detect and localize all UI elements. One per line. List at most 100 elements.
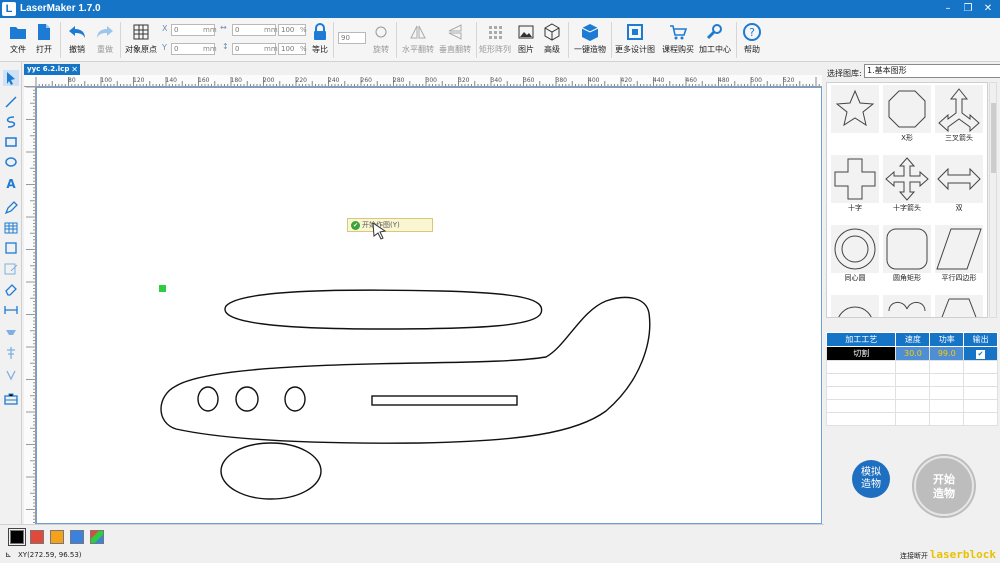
cart-icon — [670, 25, 688, 40]
edit-tool-icon[interactable] — [3, 261, 19, 277]
shape-trapezoid-partial[interactable] — [934, 295, 984, 317]
shape-three-way-arrow[interactable]: 三叉箭头 — [934, 85, 984, 151]
shape-octagon-x[interactable]: X形 — [882, 85, 932, 151]
process-table: 加工工艺 速度 功率 输出 切割 30.0 99.0 ✔ — [825, 332, 998, 426]
pen-tool-icon[interactable] — [3, 200, 19, 216]
text-tool-icon[interactable]: A — [3, 175, 19, 191]
processing-center-button[interactable]: 加工中心 — [697, 20, 733, 60]
shape-cross[interactable]: 十字 — [830, 155, 880, 221]
toolbox-icon[interactable] — [3, 391, 19, 407]
help-button[interactable]: ? 帮助 — [740, 20, 764, 60]
app-title: LaserMaker 1.7.0 — [20, 3, 101, 14]
context-menu-start-drawing[interactable]: ✔ 开始作图(Y) — [347, 218, 433, 232]
ruler-tick-label: 260 — [361, 77, 373, 84]
color-swatch-red[interactable] — [30, 530, 44, 544]
speed-cell[interactable]: 30.0 — [895, 346, 931, 361]
power-cell[interactable]: 99.0 — [929, 346, 965, 361]
align-tool-icon[interactable] — [3, 345, 19, 361]
start-button[interactable]: 开始造物 — [914, 456, 974, 516]
airplane-window — [284, 386, 306, 412]
more-designs-button[interactable]: 更多设计图 — [613, 20, 657, 60]
process-cell[interactable]: 切割 — [825, 346, 897, 361]
undo-button[interactable]: 撤销 — [64, 20, 90, 60]
svg-text:?: ? — [749, 26, 755, 39]
output-checkbox[interactable]: ✔ — [963, 346, 998, 361]
rotate-angle-field[interactable]: 90 — [338, 32, 366, 44]
image-button[interactable]: 图片 — [514, 20, 538, 60]
shape-circle-partial[interactable] — [830, 295, 880, 317]
open-button[interactable]: 打开 — [32, 20, 56, 60]
one-click-make-button[interactable]: 一键造物 — [572, 20, 608, 60]
curve-tool-icon[interactable] — [3, 114, 19, 130]
document-tab[interactable]: yyc 6.2.lcp ✕ — [24, 64, 80, 75]
folder-icon — [10, 27, 26, 39]
status-bar: ⊾ XY(272.59, 96.53) 连接断开 laserblock — [0, 548, 1000, 563]
rotate-button[interactable]: 旋转 — [370, 20, 392, 60]
ruler-tick-label: 140 — [166, 77, 178, 84]
col-power: 功率 — [929, 332, 965, 347]
shape-concentric-circle[interactable]: 同心圆 — [830, 225, 880, 291]
document-tab-close[interactable]: ✕ — [71, 64, 78, 75]
measure-tool-icon[interactable] — [3, 302, 19, 318]
shape-parallelogram[interactable]: 平行四边形 — [934, 225, 984, 291]
toolbar-divider — [333, 22, 334, 58]
height-unit: mm — [264, 45, 278, 53]
toolbar-divider — [568, 22, 569, 58]
airplane-window — [235, 386, 259, 412]
vertical-ruler-ticks — [26, 86, 36, 523]
ruler-tick-label: 280 — [393, 77, 405, 84]
rectangle-tool-icon[interactable] — [3, 134, 19, 150]
object-origin-button[interactable]: 对象原点 — [122, 20, 160, 60]
table-row[interactable]: 切割 30.0 99.0 ✔ — [825, 346, 998, 361]
proportional-lock-button[interactable]: 等比 — [310, 20, 330, 60]
toolbar-divider — [736, 22, 737, 58]
shape-cross-arrow[interactable]: 十字箭头 — [882, 155, 932, 221]
select-tool-icon[interactable] — [3, 70, 19, 86]
ellipse-tool-icon[interactable] — [3, 154, 19, 170]
color-swatch-orange[interactable] — [50, 530, 64, 544]
height-icon: ↕ — [222, 42, 229, 51]
rotate-icon — [375, 26, 387, 38]
ruler-tick-label: 440 — [653, 77, 665, 84]
wrench-icon — [706, 24, 722, 40]
line-tool-icon[interactable] — [3, 94, 19, 110]
color-swatch-black[interactable] — [8, 528, 26, 546]
undo-icon — [69, 26, 85, 38]
ruler-tick-label: 500 — [751, 77, 763, 84]
minimize-button[interactable]: – — [940, 2, 956, 16]
buy-course-button[interactable]: 课程购买 — [660, 20, 696, 60]
mouse-cursor-icon — [372, 222, 387, 240]
restore-button[interactable]: ❐ — [960, 2, 976, 16]
table-tool-icon[interactable] — [3, 220, 19, 236]
shape-double-arrow[interactable]: 双 — [934, 155, 984, 221]
redo-button[interactable]: 重做 — [92, 20, 118, 60]
toolbar-divider — [120, 22, 121, 58]
ruler-tick-label: 200 — [263, 77, 275, 84]
scrollbar-thumb[interactable] — [991, 103, 996, 173]
width-icon: ↔ — [220, 23, 227, 32]
frame-tool-icon[interactable] — [3, 240, 19, 256]
shape-heart-partial[interactable] — [882, 295, 932, 317]
simulate-button[interactable]: 模拟造物 — [852, 460, 890, 498]
drawing-canvas[interactable] — [36, 87, 822, 524]
shape-star[interactable] — [830, 85, 880, 151]
eraser-tool-icon[interactable] — [3, 281, 19, 297]
shape-rounded-rect[interactable]: 圆角矩形 — [882, 225, 932, 291]
flip-horizontal-button[interactable]: 水平翻转 — [400, 20, 436, 60]
file-button[interactable]: 文件 — [6, 20, 30, 60]
rect-array-button[interactable]: 矩形阵列 — [478, 20, 512, 60]
library-scrollbar[interactable] — [989, 82, 997, 318]
color-swatch-blue[interactable] — [70, 530, 84, 544]
library-select[interactable]: 1.基本图形 ▼ — [864, 64, 1000, 78]
ruler-tick-label: 420 — [621, 77, 633, 84]
double-arrow-icon — [935, 155, 983, 203]
distribute-tool-icon[interactable] — [3, 367, 19, 383]
color-swatch-palette[interactable] — [90, 530, 104, 544]
advanced-button[interactable]: 高级 — [540, 20, 564, 60]
close-button[interactable]: ✕ — [980, 2, 996, 16]
table-row — [825, 373, 998, 387]
ruler-tick-label: 240 — [328, 77, 340, 84]
stamp-tool-icon[interactable] — [3, 324, 19, 340]
flip-vertical-button[interactable]: 垂直翻转 — [437, 20, 473, 60]
ruler-tick-label: 380 — [556, 77, 568, 84]
